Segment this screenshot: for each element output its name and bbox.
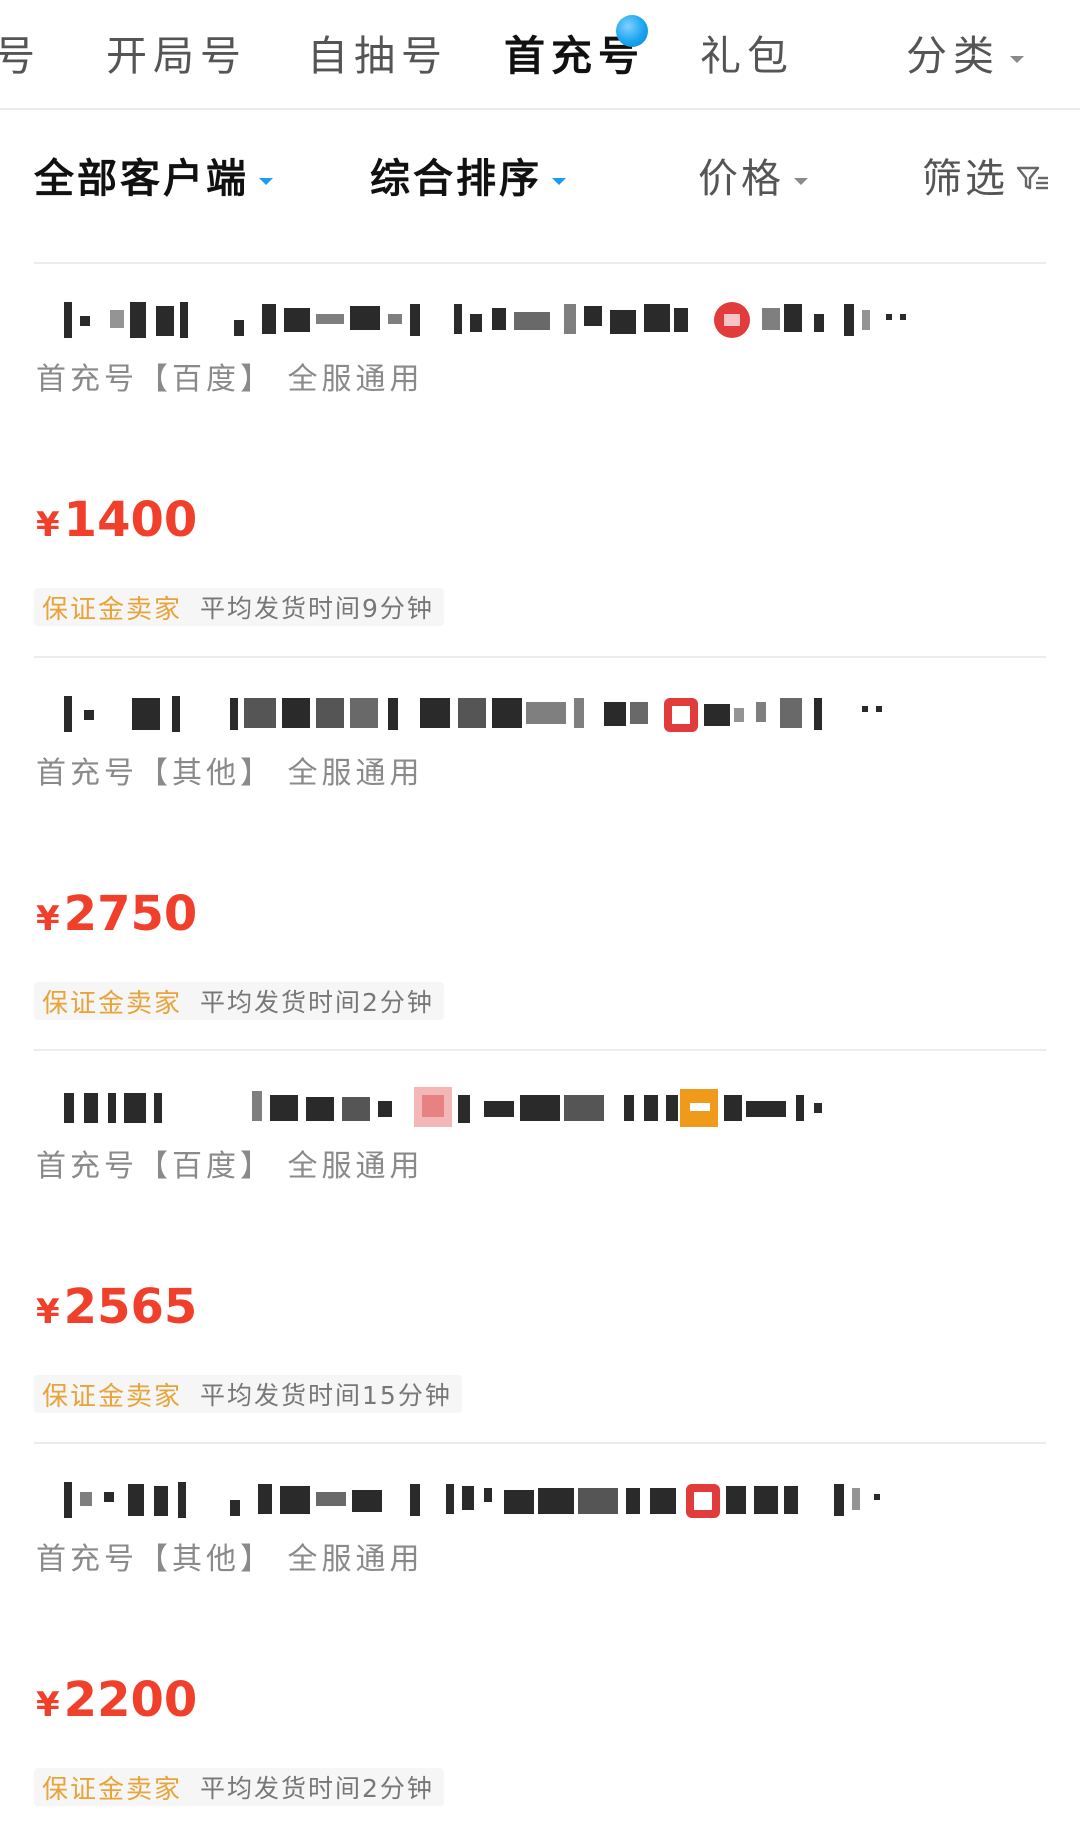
currency-symbol: ¥	[36, 1685, 60, 1725]
delivery-time: 平均发货时间15分钟	[200, 1381, 452, 1410]
chevron-down-icon	[1010, 55, 1024, 63]
chevron-down-icon	[794, 177, 808, 185]
delivery-time: 平均发货时间2分钟	[200, 988, 434, 1017]
listing-subtitle: 首充号【百度】 全服通用	[36, 362, 424, 397]
currency-symbol: ¥	[36, 505, 60, 545]
delivery-time: 平均发货时间9分钟	[200, 594, 434, 623]
tab-opening-account[interactable]: 开局号	[106, 22, 247, 82]
deposit-seller-badge: 保证金卖家	[42, 1381, 183, 1412]
tab-previous-partial[interactable]: 号	[0, 22, 41, 82]
price-amount: 2565	[63, 1279, 198, 1335]
listing-title-redacted	[44, 294, 1044, 344]
seller-badges: 保证金卖家 平均发货时间15分钟	[34, 1375, 462, 1413]
list-item[interactable]: 首充号【其他】 全服通用 ¥2200 保证金卖家 平均发货时间2分钟	[34, 1444, 1046, 1829]
currency-symbol: ¥	[36, 899, 60, 939]
price-amount: 2200	[63, 1672, 198, 1728]
deposit-seller-badge: 保证金卖家	[42, 1774, 183, 1805]
list-item[interactable]: 首充号【百度】 全服通用 ¥1400 保证金卖家 平均发货时间9分钟	[34, 264, 1046, 656]
tab-category-dropdown[interactable]: 分类	[906, 22, 1024, 82]
listing-price: ¥1400	[36, 492, 197, 548]
chevron-down-icon	[552, 177, 566, 185]
listing-price: ¥2750	[36, 886, 197, 942]
sort-label: 综合排序	[370, 156, 542, 202]
price-sort-dropdown[interactable]: 价格	[698, 146, 808, 204]
listing-subtitle: 首充号【百度】 全服通用	[36, 1149, 424, 1184]
currency-symbol: ¥	[36, 1292, 60, 1332]
price-amount: 1400	[63, 492, 198, 548]
tab-gift-pack[interactable]: 礼包	[700, 22, 794, 82]
chevron-down-icon	[259, 177, 273, 185]
deposit-seller-badge: 保证金卖家	[42, 594, 183, 625]
tab-self-draw-account[interactable]: 自抽号	[307, 22, 448, 82]
list-item[interactable]: 首充号【其他】 全服通用 ¥2750 保证金卖家 平均发货时间2分钟	[34, 658, 1046, 1050]
filter-button[interactable]: 筛选	[922, 146, 1050, 204]
listing-subtitle: 首充号【其他】 全服通用	[36, 756, 424, 791]
listing-title-redacted	[44, 1081, 1044, 1131]
filter-funnel-icon	[1016, 158, 1050, 204]
delivery-time: 平均发货时间2分钟	[200, 1774, 434, 1803]
deposit-seller-badge: 保证金卖家	[42, 988, 183, 1019]
client-filter-dropdown[interactable]: 全部客户端	[34, 146, 273, 204]
listing-title-redacted	[44, 688, 1044, 738]
listing-price: ¥2200	[36, 1672, 197, 1728]
filter-bar: 全部客户端 综合排序 价格 筛选	[0, 112, 1080, 262]
listing-title-redacted	[44, 1474, 1044, 1524]
seller-badges: 保证金卖家 平均发货时间9分钟	[34, 588, 444, 626]
seller-badges: 保证金卖家 平均发货时间2分钟	[34, 1768, 444, 1806]
category-tab-bar: 号 开局号 自抽号 首充号 礼包 分类	[0, 0, 1080, 110]
filter-label: 筛选	[922, 156, 1008, 202]
price-sort-label: 价格	[698, 156, 784, 202]
listing-price: ¥2565	[36, 1279, 197, 1335]
listing-subtitle: 首充号【其他】 全服通用	[36, 1542, 424, 1577]
price-amount: 2750	[63, 886, 198, 942]
sort-dropdown[interactable]: 综合排序	[370, 146, 566, 204]
notification-dot-icon	[616, 15, 648, 47]
client-filter-label: 全部客户端	[34, 156, 249, 202]
seller-badges: 保证金卖家 平均发货时间2分钟	[34, 982, 444, 1020]
list-item[interactable]: 首充号【百度】 全服通用 ¥2565 保证金卖家 平均发货时间15分钟	[34, 1051, 1046, 1443]
tab-category-label: 分类	[906, 32, 1000, 80]
